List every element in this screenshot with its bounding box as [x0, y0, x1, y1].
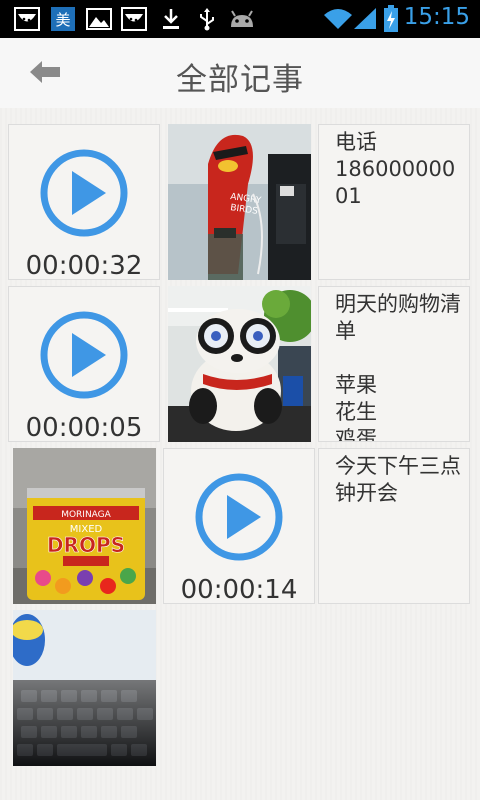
usb-icon [196, 7, 218, 31]
audio-duration: 00:00:32 [25, 251, 143, 280]
audio-duration: 00:00:14 [180, 575, 298, 604]
notes-grid: 00:00:32 ANGRY BIRDS 电话 18600000001 00:0… [0, 108, 480, 800]
photo-note-card[interactable] [168, 286, 311, 442]
svg-text:美: 美 [55, 11, 70, 29]
play-icon[interactable] [38, 147, 130, 243]
text-note-card[interactable]: 今天下午三点钟开会 [318, 448, 470, 604]
panda-doll-photo [168, 286, 311, 442]
photo-note-card[interactable]: MORINAGA MIXED DROPS [13, 448, 156, 604]
status-time: 15:15 [403, 4, 470, 30]
page-title: 全部记事 [176, 62, 304, 98]
note-text: 今天下午三点钟开会 [335, 454, 461, 505]
wifi-icon [323, 7, 353, 31]
status-bar: 美 15:15 [0, 0, 480, 38]
play-icon[interactable] [193, 471, 285, 567]
signal-icon [352, 7, 378, 31]
download-icon [160, 7, 182, 31]
note-text: 电话 18600000001 [335, 130, 456, 208]
gallery-icon [86, 7, 112, 31]
photo-note-card[interactable] [13, 610, 156, 766]
watermelon-app-icon [14, 7, 40, 31]
audio-note-card[interactable]: 00:00:32 [8, 124, 160, 280]
svg-text:DROPS: DROPS [47, 533, 125, 557]
android-debug-icon [228, 7, 256, 31]
audio-note-card[interactable]: 00:00:05 [8, 286, 160, 442]
header-bar: 全部记事 [0, 38, 480, 109]
text-note-card[interactable]: 明天的购物清单 苹果 花生 鸡蛋 [318, 286, 470, 442]
battery-charging-icon [382, 5, 400, 32]
text-note-card[interactable]: 电话 18600000001 [318, 124, 470, 280]
audio-note-card[interactable]: 00:00:14 [163, 448, 315, 604]
svg-text:MORINAGA: MORINAGA [61, 510, 111, 520]
morinaga-drops-candy-photo: MORINAGA MIXED DROPS [13, 448, 156, 604]
play-icon[interactable] [38, 309, 130, 405]
photo-note-card[interactable]: ANGRY BIRDS [168, 124, 311, 280]
audio-duration: 00:00:05 [25, 413, 143, 442]
keyboard-photo [13, 610, 156, 766]
angry-birds-plush-photo: ANGRY BIRDS [168, 124, 311, 280]
meituan-app-icon: 美 [50, 7, 76, 31]
watermelon-app-icon [121, 7, 147, 31]
note-text: 明天的购物清单 苹果 花生 鸡蛋 [335, 292, 461, 442]
